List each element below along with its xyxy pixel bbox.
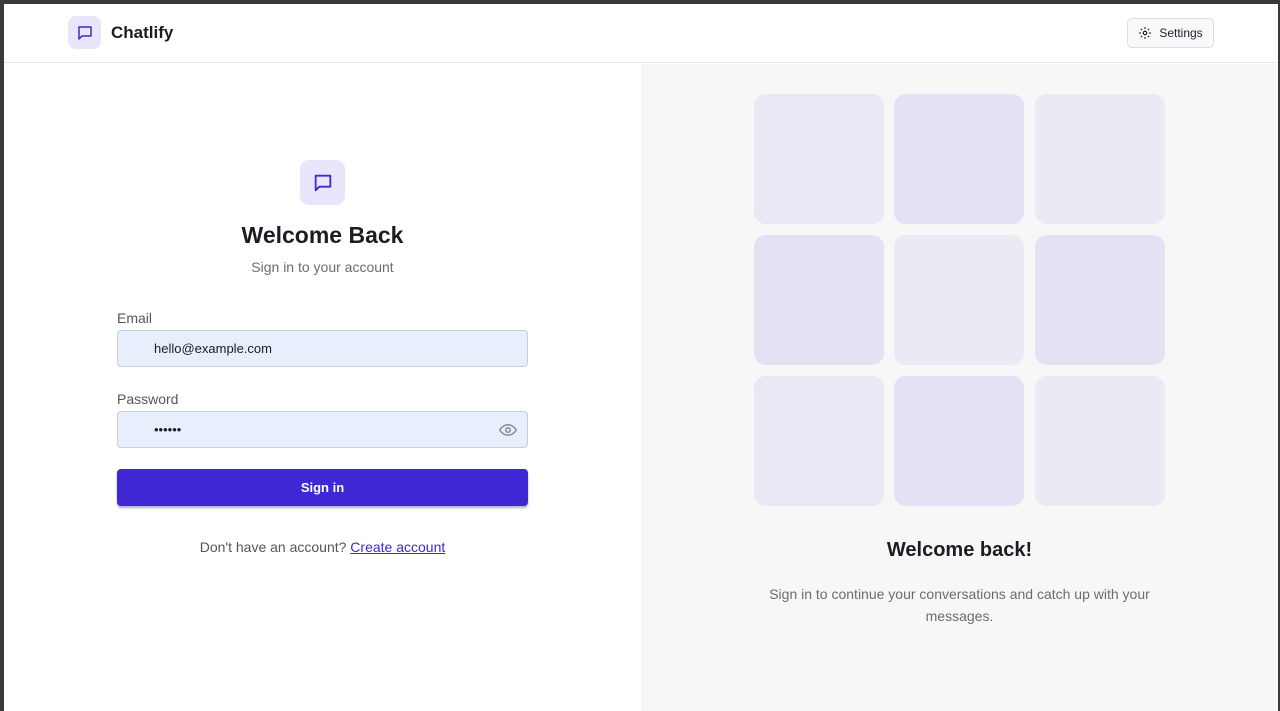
login-subtitle: Sign in to your account [251, 259, 394, 275]
email-field[interactable] [154, 331, 484, 366]
password-label: Password [117, 391, 179, 407]
brand[interactable]: Chatlify [68, 16, 173, 49]
gear-icon [1139, 27, 1152, 39]
decorative-tile [754, 235, 884, 365]
eye-icon[interactable] [499, 421, 517, 439]
email-label: Email [117, 310, 153, 326]
decorative-tile [754, 376, 884, 506]
chat-bubble-icon [300, 160, 345, 205]
decorative-tile [1035, 94, 1165, 224]
app-name: Chatlify [111, 22, 174, 42]
decorative-tile [1035, 376, 1165, 506]
login-panel: Welcome Back Sign in to your account Ema… [4, 64, 641, 711]
decorative-tile [894, 235, 1024, 365]
chat-bubble-icon [68, 16, 101, 49]
decorative-tile [894, 94, 1024, 224]
login-title: Welcome Back [241, 222, 404, 248]
promo-title: Welcome back! [886, 539, 1033, 561]
email-field-wrapper [117, 330, 528, 367]
top-navbar: Chatlify Settings [4, 4, 1278, 63]
sign-in-button[interactable]: Sign in [117, 469, 528, 506]
decorative-tile [1035, 235, 1165, 365]
password-field-wrapper [117, 411, 528, 448]
decorative-tile [894, 376, 1024, 506]
promo-subtitle: Sign in to continue your conversations a… [769, 586, 1150, 624]
promo-panel: Welcome back! Sign in to continue your c… [641, 64, 1278, 711]
signup-prompt: Don't have an account? Create account [4, 539, 641, 555]
no-account-text: Don't have an account? [199, 539, 347, 555]
decorative-tile [754, 94, 884, 224]
password-field[interactable] [154, 412, 484, 447]
app-window: Chatlify Settings Welcome Back Sign in t… [0, 0, 1280, 711]
create-account-link[interactable]: Create account [350, 539, 445, 555]
settings-button[interactable]: Settings [1127, 18, 1214, 48]
settings-label: Settings [1159, 26, 1203, 40]
